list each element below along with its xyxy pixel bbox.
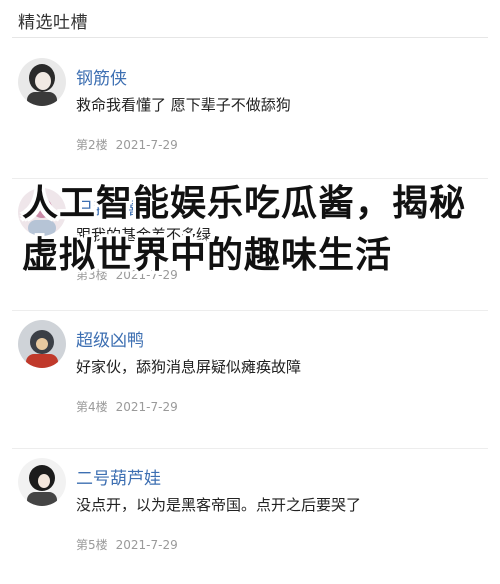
floor-number: 第5楼 bbox=[76, 538, 108, 552]
avatar[interactable] bbox=[18, 58, 66, 106]
comment-date: 2021-7-29 bbox=[115, 538, 178, 552]
comment-date: 2021-7-29 bbox=[115, 138, 178, 152]
username[interactable]: 二号葫芦娃 bbox=[76, 464, 161, 489]
comment-divider bbox=[12, 448, 488, 449]
avatar[interactable] bbox=[18, 458, 66, 506]
comment-divider bbox=[12, 310, 488, 311]
avatar[interactable] bbox=[18, 320, 66, 368]
comment-item: 钢筋侠 救命我看懂了 愿下辈子不做舔狗 第2楼 2021-7-29 bbox=[0, 58, 500, 178]
section-title: 精选吐槽 bbox=[18, 13, 88, 33]
username[interactable]: 超级凶鸭 bbox=[76, 326, 144, 351]
comment-item: 超级凶鸭 好家伙，舔狗消息屏疑似瘫痪故障 第4楼 2021-7-29 bbox=[0, 310, 500, 440]
floor-number: 第2楼 bbox=[76, 138, 108, 152]
floor-number: 第4楼 bbox=[76, 400, 108, 414]
overlay-headline: 人工智能娱乐吃瓜酱，揭秘虚拟世界中的趣味生活 bbox=[22, 183, 467, 276]
username[interactable]: 钢筋侠 bbox=[76, 64, 127, 89]
comment-meta: 第5楼 2021-7-29 bbox=[76, 536, 178, 553]
comment-text: 没点开，以为是黑客帝国。点开之后要哭了 bbox=[76, 496, 362, 514]
comment-item: 二号葫芦娃 没点开，以为是黑客帝国。点开之后要哭了 第5楼 2021-7-29 bbox=[0, 448, 500, 578]
comment-meta: 第4楼 2021-7-29 bbox=[76, 398, 178, 415]
comment-meta: 第2楼 2021-7-29 bbox=[76, 136, 178, 153]
comment-text: 救命我看懂了 愿下辈子不做舔狗 bbox=[76, 96, 291, 114]
title-divider bbox=[12, 37, 488, 38]
comment-text: 好家伙，舔狗消息屏疑似瘫痪故障 bbox=[76, 358, 302, 376]
comment-date: 2021-7-29 bbox=[115, 400, 178, 414]
